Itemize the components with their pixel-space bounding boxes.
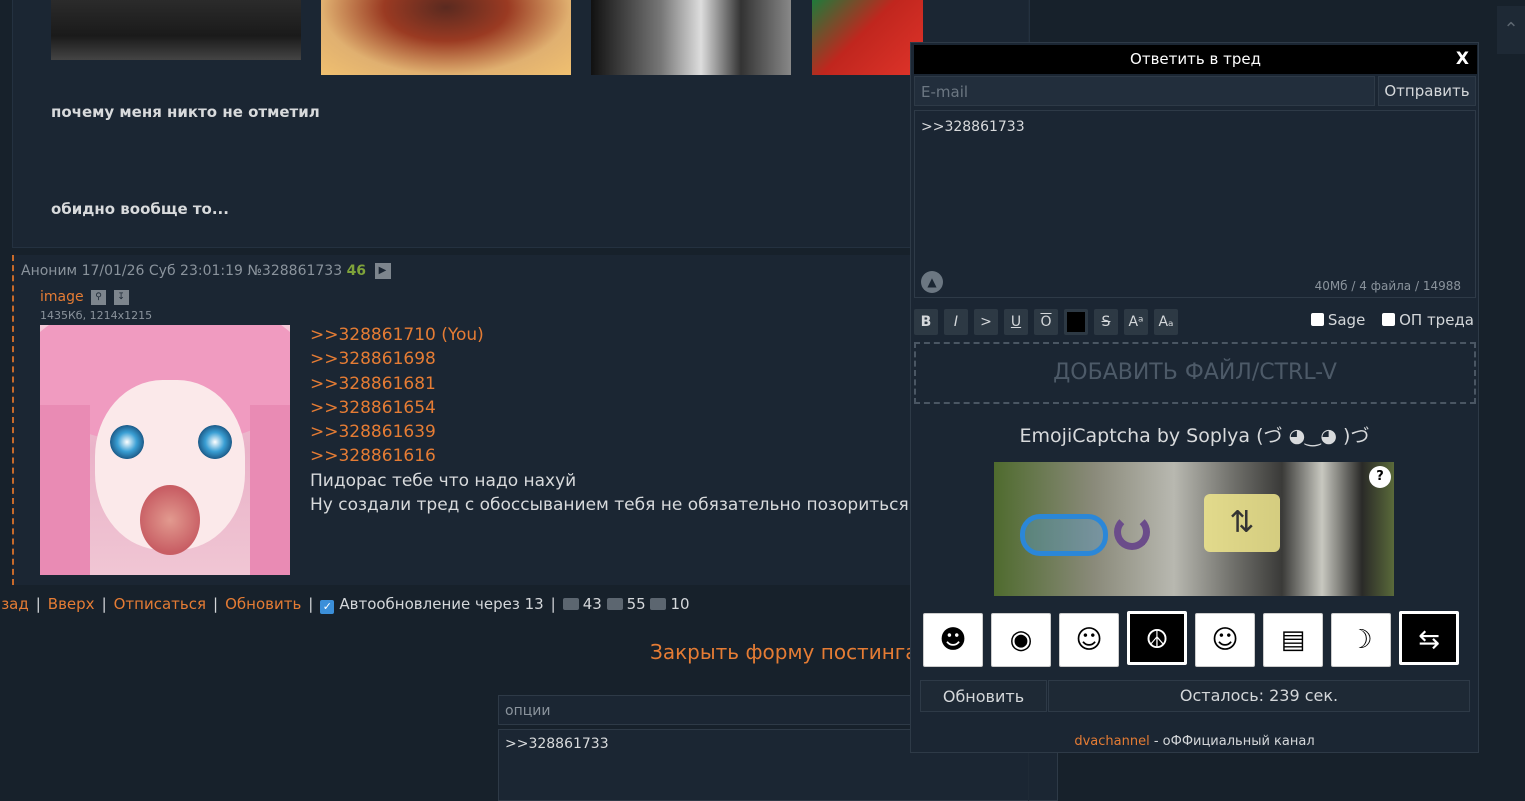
reply-link[interactable]: >>328861616 — [310, 446, 436, 466]
post-options: Sage ОП треда — [1299, 311, 1474, 329]
strike-button[interactable]: S — [1094, 309, 1118, 335]
reply-link[interactable]: >>328861681 — [310, 374, 436, 394]
captcha-image: ⇅ ? — [994, 462, 1394, 596]
send-button[interactable]: Отправить — [1378, 76, 1476, 106]
diving-mask-icon[interactable]: ◉ — [991, 613, 1051, 667]
superscript-button[interactable]: Aᵃ — [1124, 309, 1148, 335]
op-post: почему меня никто не отметил обидно вооб… — [12, 0, 1030, 248]
post-author: Аноним — [21, 263, 78, 279]
op-text-line-2: обидно вообще то... — [51, 200, 229, 218]
overline-button[interactable]: O — [1034, 309, 1058, 335]
post-text-line: Ну создали тред с обоссыванием тебя не о… — [310, 495, 937, 516]
op-thumbnail-1[interactable] — [51, 0, 301, 60]
posters-icon — [650, 598, 667, 610]
construction-worker-icon[interactable]: ☺ — [1059, 613, 1119, 667]
reply-link[interactable]: >>328861698 — [310, 349, 436, 369]
post-image[interactable] — [40, 325, 290, 575]
post-datetime: 17/01/26 Суб 23:01:19 — [81, 263, 243, 279]
channel-link[interactable]: dvachannel — [1074, 734, 1149, 749]
quick-reply-form: Ответить в тред X E-mail Отправить >>328… — [910, 42, 1479, 753]
thread-nav: азад|Вверх|Отписаться|Обновить|✓Автообно… — [0, 595, 690, 614]
bold-button[interactable]: B — [914, 309, 938, 335]
file-name-link[interactable]: image — [40, 289, 84, 305]
sage-checkbox[interactable] — [1310, 313, 1324, 326]
back-link[interactable]: азад — [0, 595, 29, 613]
underline-button[interactable]: U — [1004, 309, 1028, 335]
captcha-help-icon[interactable]: ? — [1369, 466, 1391, 488]
op-thumbnail-4[interactable] — [812, 0, 923, 75]
footer-text: - оФФициальный канал — [1149, 734, 1315, 749]
op-thumbnail-3[interactable] — [591, 0, 791, 75]
limits-info: 40Мб / 4 файла / 14988 — [1314, 279, 1461, 293]
op-text-line-1: почему меня никто не отметил — [51, 103, 320, 121]
reply-post: Аноним 17/01/26 Суб 23:01:19 №328861733 … — [12, 255, 1030, 585]
download-icon[interactable]: ↧ — [113, 289, 129, 305]
file-drop-zone[interactable]: ДОБАВИТЬ ФАЙЛ/CTRL-V — [914, 342, 1476, 404]
reply-link[interactable]: >>328861654 — [310, 398, 436, 418]
autorefresh-label: Автообновление через 13 — [339, 595, 544, 613]
op-thread-checkbox[interactable] — [1382, 313, 1396, 326]
subscript-button[interactable]: Aₐ — [1154, 309, 1178, 335]
posters-count: 10 — [670, 595, 690, 613]
post-text-line: Пидорас тебе что надо нахуй — [310, 470, 577, 491]
unsubscribe-link[interactable]: Отписаться — [114, 595, 206, 613]
op-thumbnail-2[interactable] — [321, 0, 571, 75]
refresh-link[interactable]: Обновить — [225, 595, 301, 613]
sage-label: Sage — [1327, 311, 1366, 329]
face-icon[interactable]: ☻ — [923, 613, 983, 667]
posts-count: 43 — [582, 595, 602, 613]
close-icon[interactable]: X — [1456, 45, 1469, 74]
images-count: 55 — [626, 595, 646, 613]
message-textarea[interactable]: >>328861733 ▲ 40Мб / 4 файла / 14988 — [914, 110, 1476, 298]
message-text: >>328861733 — [921, 119, 1025, 135]
banana-icon[interactable]: ☽ — [1331, 613, 1391, 667]
captcha-emoji-options: ☻ ◉ ☺ ☮ ☺ ▤ ☽ ⇆ — [923, 611, 1467, 667]
post-body: >>328861710 (You) >>328861698 >>32886168… — [310, 323, 936, 517]
search-icon[interactable]: ⚲ — [91, 289, 107, 305]
file-info: image ⚲ ↧ — [40, 289, 129, 305]
post-number[interactable]: №328861733 — [247, 263, 342, 279]
reply-link[interactable]: >>328861710 (You) — [310, 325, 484, 345]
post-header: Аноним 17/01/26 Суб 23:01:19 №328861733 … — [21, 263, 391, 279]
captcha-refresh-button[interactable]: Обновить — [920, 680, 1047, 712]
posts-icon — [562, 598, 579, 610]
autorefresh-checkbox[interactable]: ✓ — [320, 600, 335, 614]
santa-icon[interactable]: ☺ — [1195, 613, 1255, 667]
file-meta: 1435Кб, 1214x1215 — [40, 309, 153, 322]
images-icon — [606, 598, 623, 610]
repeat-icon[interactable]: ⇆ — [1399, 611, 1459, 665]
quick-reply-title: Ответить в тред — [1130, 50, 1261, 68]
quote-button[interactable]: > — [974, 309, 998, 335]
quick-reply-header[interactable]: Ответить в тред X — [914, 45, 1477, 74]
up-link[interactable]: Вверх — [48, 595, 95, 613]
play-icon[interactable]: ▶ — [374, 263, 391, 279]
scroll-up-icon[interactable]: ⌃ — [1497, 6, 1525, 54]
op-thread-label: ОП треда — [1399, 311, 1474, 329]
reply-count[interactable]: 46 — [347, 263, 366, 279]
tram-icon[interactable]: ▤ — [1263, 613, 1323, 667]
footer: dvachannel - оФФициальный канал — [911, 734, 1478, 749]
reply-link[interactable]: >>328861639 — [310, 422, 436, 442]
spoiler-button[interactable] — [1064, 309, 1088, 335]
italic-button[interactable]: I — [944, 309, 968, 335]
captcha-timer: Осталось: 239 сек. — [1048, 680, 1470, 712]
sail-icon[interactable]: ▲ — [921, 271, 943, 293]
markup-toolbar: B I > U O S Aᵃ Aₐ — [914, 309, 1184, 335]
captcha-title: EmojiCaptcha by Soplya (づ ◕‿◕ )づ — [1019, 425, 1370, 447]
close-posting-form-link[interactable]: Закрыть форму постинга — [650, 640, 918, 664]
email-field[interactable]: E-mail — [914, 76, 1375, 106]
peace-symbol-icon[interactable]: ☮ — [1127, 611, 1187, 665]
